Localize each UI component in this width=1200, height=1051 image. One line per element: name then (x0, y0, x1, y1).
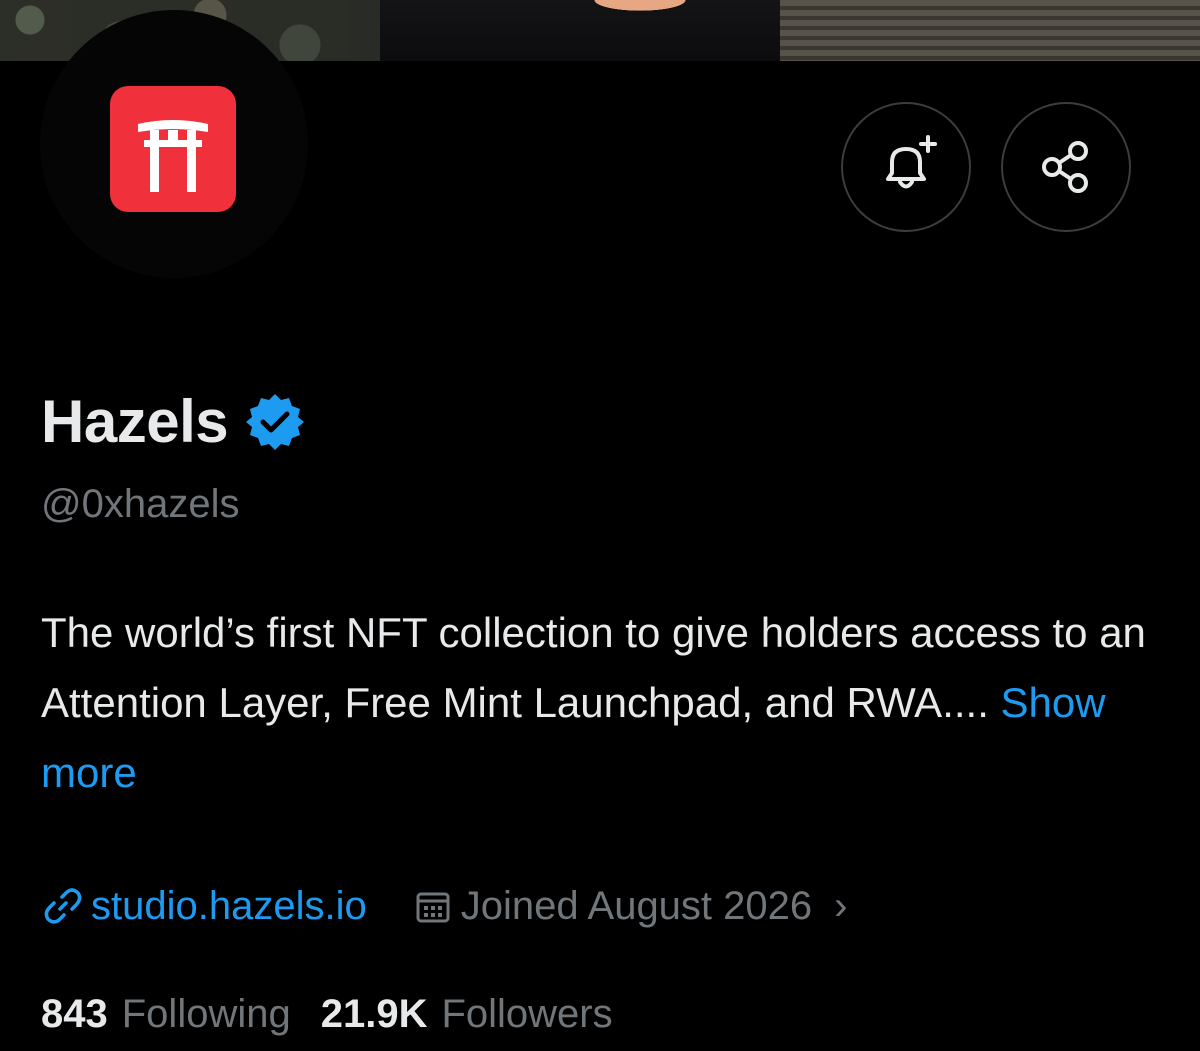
profile-meta: studio.hazels.io Joined August 2026 › (41, 878, 847, 934)
joined-date: Joined August 2026 (413, 884, 812, 929)
joined-text: Joined August 2026 (460, 883, 813, 928)
banner-image-right (780, 0, 1200, 61)
profile-stats: 843 Following 21.9K Followers (41, 986, 613, 1042)
display-name: Hazels (41, 388, 229, 455)
bio-text: The world’s first NFT collection to give… (41, 609, 1146, 726)
profile-bio: The world’s first NFT collection to give… (41, 598, 1161, 808)
chevron-right-icon[interactable]: › (834, 884, 847, 929)
bell-plus-icon (886, 135, 937, 189)
followers-count: 21.9K (320, 991, 428, 1036)
notify-button[interactable] (841, 102, 971, 232)
website-text: studio.hazels.io (91, 883, 367, 928)
profile-handle: @0xhazels (41, 482, 240, 526)
followers-stat[interactable]: 21.9K Followers (321, 992, 613, 1037)
following-stat[interactable]: 843 Following (41, 992, 291, 1037)
torii-gate-icon (110, 86, 236, 212)
share-button[interactable] (1001, 102, 1131, 232)
link-icon (44, 888, 82, 924)
profile-name-row: Hazels (41, 384, 306, 460)
following-label: Following (121, 991, 291, 1036)
verified-badge-icon[interactable] (244, 391, 306, 453)
share-icon (1042, 141, 1088, 193)
following-count: 843 (41, 991, 108, 1036)
calendar-icon (416, 892, 450, 923)
banner-image-center (380, 0, 780, 61)
followers-label: Followers (441, 991, 613, 1036)
website-link[interactable]: studio.hazels.io (41, 884, 367, 929)
